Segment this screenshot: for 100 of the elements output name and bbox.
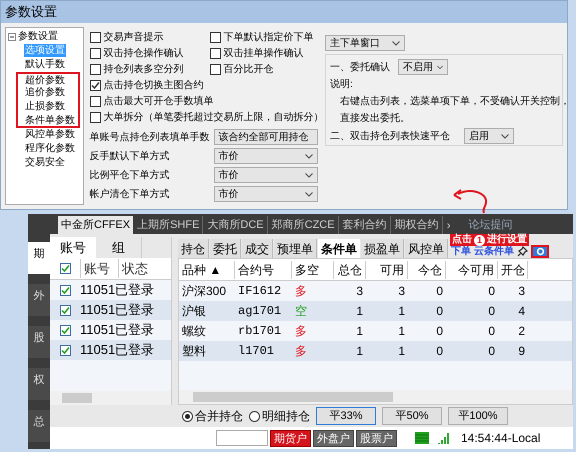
settings-button[interactable] (531, 245, 549, 258)
step-badge: 1 (474, 234, 485, 246)
checkbox[interactable] (60, 284, 70, 296)
dropdown[interactable]: 启用 (464, 128, 514, 144)
checkbox[interactable] (60, 324, 70, 336)
settings-icon (536, 247, 544, 256)
tree-item[interactable]: 追价参数 (16, 86, 80, 100)
column-header[interactable]: 今仓 (408, 260, 446, 278)
collapse-icon[interactable] (8, 32, 16, 40)
order-tab[interactable]: 委托 (210, 239, 241, 258)
checkbox[interactable] (90, 96, 101, 106)
chevron-icon (437, 64, 443, 70)
note-text: 直接发出委托。 (340, 112, 410, 126)
tree-item[interactable]: 风控单参数 (24, 128, 76, 141)
radio-option[interactable]: 合并持仓 (182, 407, 243, 425)
table-cell-text: 沪银 (181, 303, 207, 320)
note-title: 说明: (330, 78, 354, 92)
column-header[interactable]: 可用 (366, 260, 408, 278)
tree-item[interactable]: 交易安全 (24, 156, 66, 169)
account-type-button[interactable]: 期货户 (270, 430, 311, 446)
side-tab[interactable]: 期 (28, 242, 50, 274)
checkbox[interactable] (90, 112, 101, 122)
dropdown[interactable]: 市价 (214, 186, 318, 202)
table-cell-text: 1 (355, 323, 364, 340)
table-cell-text: 11051 (80, 301, 116, 320)
tree-item[interactable]: 默认手数 (24, 58, 66, 71)
table-cell-text: 0 (487, 303, 496, 320)
exchange-tab[interactable]: 中金所CFFEX (58, 216, 134, 234)
column-header[interactable]: 账号 (80, 258, 118, 278)
table-cell-text: 1 (397, 343, 406, 360)
column-header[interactable]: 合约号 (235, 260, 292, 278)
table-cell-text: 3 (517, 283, 526, 300)
table-cell-text: 0 (435, 343, 444, 360)
dropdown[interactable]: 市价 (214, 167, 318, 183)
order-tab[interactable]: 损盈单 (361, 239, 404, 258)
checkbox[interactable] (210, 32, 221, 42)
dropdown[interactable]: 不启用 (398, 59, 448, 75)
checkbox-label: 点击持仓切换主图合约 (104, 78, 204, 92)
table-cell-text: 1 (397, 303, 406, 320)
table-cell-text: rb1701 (237, 323, 282, 340)
more-tab[interactable]: › (444, 216, 454, 234)
checkbox[interactable] (90, 32, 101, 42)
clock-text: 14:54:44-Local (461, 430, 540, 447)
column-header[interactable]: 今可用 (446, 260, 498, 278)
side-tab[interactable]: 总 (28, 410, 50, 442)
pin-icon[interactable] (517, 246, 528, 257)
side-tab[interactable]: 权 (28, 368, 50, 400)
side-tab[interactable]: 股 (28, 326, 50, 358)
account-type-button[interactable]: 外盘户 (313, 430, 354, 446)
checkbox[interactable] (60, 263, 70, 274)
tree-item[interactable]: 止损参数 (16, 100, 80, 114)
input-field[interactable] (216, 430, 268, 446)
order-tab[interactable]: 条件单 (318, 239, 360, 258)
account-type-button[interactable]: 股票户 (356, 430, 397, 446)
close-position-button[interactable]: 平100% (448, 407, 508, 425)
annotation-text: 进行设置 (487, 234, 527, 246)
order-tab[interactable]: 持仓 (178, 239, 209, 258)
checkbox-label: 点击最大可开仓手数填单 (104, 94, 214, 108)
checkbox[interactable] (60, 344, 70, 356)
table-cell-text: 多 (294, 323, 308, 340)
tree-item[interactable]: 程序化参数 (24, 142, 76, 155)
close-position-button[interactable]: 平50% (382, 407, 442, 425)
order-tab[interactable]: 风控单 (405, 239, 448, 258)
side-tab[interactable]: 外 (28, 284, 50, 316)
column-header[interactable]: 品种 ▲ (179, 260, 235, 278)
close-position-button[interactable]: 平33% (316, 407, 376, 425)
checkbox-label: 双击持仓操作确认 (104, 46, 184, 60)
account-tab[interactable]: 账号 (50, 237, 96, 258)
column-header[interactable]: 开仓 (498, 260, 528, 278)
link[interactable]: 下单 (451, 246, 471, 257)
dropdown[interactable]: 该合约全部可用持仓 (214, 129, 318, 145)
table-cell-text: 已登录 (115, 301, 154, 320)
radio-option[interactable]: 明细持仓 (249, 407, 310, 425)
order-tab[interactable]: 预埋单 (274, 239, 317, 258)
table-cell-text: 塑料 (181, 343, 207, 360)
window-title: 参数设置 (5, 3, 57, 22)
column-header[interactable]: 总仓 (334, 260, 366, 278)
tree-item[interactable]: 参数设置 (18, 30, 58, 43)
checkbox[interactable] (90, 48, 101, 58)
checkbox[interactable] (90, 64, 101, 74)
link[interactable]: 云条件单 (474, 246, 514, 257)
chevron-icon (392, 40, 400, 46)
order-tab[interactable]: 成交 (242, 239, 273, 258)
dropdown[interactable]: 市价 (214, 148, 318, 164)
table-cell-text: 11051 (80, 321, 116, 340)
table-cell-text: ag1701 (237, 303, 282, 320)
checkbox[interactable] (210, 64, 221, 74)
checkbox-label: 交易声音提示 (104, 30, 164, 44)
table-cell-text: 9 (517, 343, 526, 360)
column-header[interactable]: 状态 (118, 258, 168, 278)
column-header[interactable]: 多空 (292, 260, 334, 278)
table-cell-text: IF1612 (237, 283, 282, 300)
tree-item[interactable]: 条件单参数 (16, 114, 80, 128)
tree-item[interactable]: 超价参数 (16, 72, 80, 86)
dropdown[interactable]: 主下单窗口 (325, 35, 405, 51)
checkbox[interactable] (90, 80, 101, 90)
checkbox-label: 大单拆分（单笔委托超过交易所上限，自动拆分） (104, 110, 324, 124)
checkbox[interactable] (210, 48, 221, 58)
forum-link[interactable]: 论坛提问 (468, 216, 513, 234)
checkbox[interactable] (60, 304, 70, 316)
